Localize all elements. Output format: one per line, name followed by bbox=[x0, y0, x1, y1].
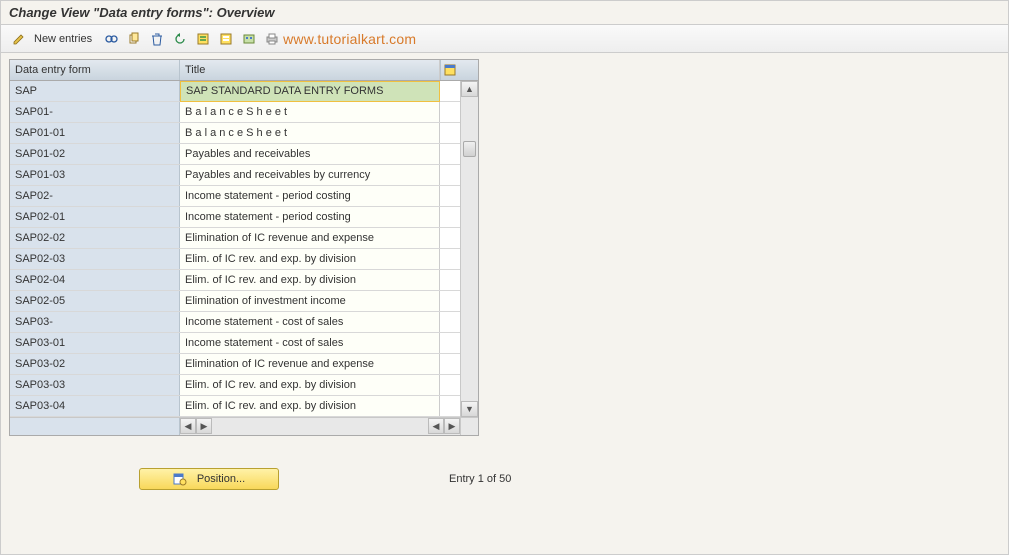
cell-title[interactable]: Elim. of IC rev. and exp. by division bbox=[180, 396, 440, 416]
table-row[interactable]: SAP01-02Payables and receivables bbox=[10, 144, 478, 165]
undo-icon[interactable] bbox=[170, 29, 190, 49]
app-toolbar: New entries www.tutorialkart.com bbox=[1, 25, 1008, 53]
table-row[interactable]: SAP02-01Income statement - period costin… bbox=[10, 207, 478, 228]
hscroll-right-icon[interactable]: ◀ bbox=[428, 418, 444, 434]
sap-window: Change View "Data entry forms": Overview… bbox=[0, 0, 1009, 555]
table-row[interactable]: SAP03-02Elimination of IC revenue and ex… bbox=[10, 354, 478, 375]
cell-title[interactable]: B a l a n c e S h e e t bbox=[180, 102, 440, 122]
cell-title[interactable]: Income statement - period costing bbox=[180, 186, 440, 206]
table-row[interactable]: SAP02-Income statement - period costing bbox=[10, 186, 478, 207]
cell-key[interactable]: SAP02- bbox=[10, 186, 180, 206]
table-row[interactable]: SAP03-Income statement - cost of sales bbox=[10, 312, 478, 333]
cell-title[interactable]: Elim. of IC rev. and exp. by division bbox=[180, 270, 440, 290]
cell-title[interactable]: Income statement - period costing bbox=[180, 207, 440, 227]
hscroll-first-icon[interactable]: ◀ bbox=[180, 418, 196, 434]
cell-title[interactable]: Elim. of IC rev. and exp. by division bbox=[180, 249, 440, 269]
cell-key[interactable]: SAP01-02 bbox=[10, 144, 180, 164]
cell-key[interactable]: SAP03- bbox=[10, 312, 180, 332]
col-header-title[interactable]: Title bbox=[180, 60, 440, 80]
cell-title[interactable]: Income statement - cost of sales bbox=[180, 333, 440, 353]
cell-key[interactable]: SAP bbox=[10, 81, 180, 101]
cell-key[interactable]: SAP01- bbox=[10, 102, 180, 122]
table-row[interactable]: SAP02-04Elim. of IC rev. and exp. by div… bbox=[10, 270, 478, 291]
cell-title[interactable]: Elim. of IC rev. and exp. by division bbox=[180, 375, 440, 395]
cell-title[interactable]: Payables and receivables bbox=[180, 144, 440, 164]
scroll-up-icon[interactable]: ▲ bbox=[461, 81, 478, 97]
hscroll-left-icon[interactable]: ▶ bbox=[196, 418, 212, 434]
position-icon bbox=[173, 472, 187, 486]
position-label: Position... bbox=[197, 473, 245, 485]
entry-status: Entry 1 of 50 bbox=[449, 473, 511, 485]
cell-key[interactable]: SAP02-02 bbox=[10, 228, 180, 248]
vertical-scrollbar[interactable]: ▲ ▼ bbox=[460, 81, 478, 417]
horizontal-scrollbar: ◀ ▶ ◀ ▶ bbox=[10, 417, 478, 435]
cell-title[interactable]: Elimination of IC revenue and expense bbox=[180, 228, 440, 248]
pencil-icon[interactable] bbox=[9, 29, 29, 49]
cell-key[interactable]: SAP02-01 bbox=[10, 207, 180, 227]
cell-title[interactable]: SAP STANDARD DATA ENTRY FORMS bbox=[180, 81, 440, 102]
table-row[interactable]: SAP01-01B a l a n c e S h e e t bbox=[10, 123, 478, 144]
print-icon[interactable] bbox=[262, 29, 282, 49]
grid-header: Data entry form Title bbox=[10, 60, 478, 81]
cell-key[interactable]: SAP02-05 bbox=[10, 291, 180, 311]
scroll-thumb[interactable] bbox=[463, 141, 476, 157]
copy-icon[interactable] bbox=[124, 29, 144, 49]
cell-title[interactable]: Elimination of IC revenue and expense bbox=[180, 354, 440, 374]
cell-key[interactable]: SAP01-03 bbox=[10, 165, 180, 185]
table-row[interactable]: SAP02-02Elimination of IC revenue and ex… bbox=[10, 228, 478, 249]
table-row[interactable]: SAP03-04Elim. of IC rev. and exp. by div… bbox=[10, 396, 478, 417]
position-button[interactable]: Position... bbox=[139, 468, 279, 490]
cell-title[interactable]: B a l a n c e S h e e t bbox=[180, 123, 440, 143]
watermark-text: www.tutorialkart.com bbox=[283, 31, 416, 47]
cell-title[interactable]: Payables and receivables by currency bbox=[180, 165, 440, 185]
cell-key[interactable]: SAP02-04 bbox=[10, 270, 180, 290]
page-title: Change View "Data entry forms": Overview bbox=[1, 1, 1008, 25]
cell-key[interactable]: SAP03-04 bbox=[10, 396, 180, 416]
deselect-all-icon[interactable] bbox=[216, 29, 236, 49]
details-icon[interactable] bbox=[101, 29, 121, 49]
table-row[interactable]: SAP02-03Elim. of IC rev. and exp. by div… bbox=[10, 249, 478, 270]
select-all-icon[interactable] bbox=[193, 29, 213, 49]
table-settings-icon[interactable] bbox=[440, 60, 458, 80]
grid-body: SAPSAP STANDARD DATA ENTRY FORMSSAP01-B … bbox=[10, 81, 478, 417]
cell-key[interactable]: SAP03-01 bbox=[10, 333, 180, 353]
footer: Position... Entry 1 of 50 bbox=[9, 468, 1000, 490]
cell-key[interactable]: SAP02-03 bbox=[10, 249, 180, 269]
table-row[interactable]: SAP02-05Elimination of investment income bbox=[10, 291, 478, 312]
hscroll-last-icon[interactable]: ▶ bbox=[444, 418, 460, 434]
delete-icon[interactable] bbox=[147, 29, 167, 49]
table-row[interactable]: SAP01-B a l a n c e S h e e t bbox=[10, 102, 478, 123]
config-icon[interactable] bbox=[239, 29, 259, 49]
table-row[interactable]: SAP03-03Elim. of IC rev. and exp. by div… bbox=[10, 375, 478, 396]
scroll-down-icon[interactable]: ▼ bbox=[461, 401, 478, 417]
table-row[interactable]: SAP03-01Income statement - cost of sales bbox=[10, 333, 478, 354]
cell-title[interactable]: Elimination of investment income bbox=[180, 291, 440, 311]
cell-key[interactable]: SAP03-02 bbox=[10, 354, 180, 374]
table-row[interactable]: SAPSAP STANDARD DATA ENTRY FORMS bbox=[10, 81, 478, 102]
data-entry-grid: Data entry form Title SAPSAP STANDARD DA… bbox=[9, 59, 479, 436]
cell-key[interactable]: SAP03-03 bbox=[10, 375, 180, 395]
table-row[interactable]: SAP01-03Payables and receivables by curr… bbox=[10, 165, 478, 186]
cell-key[interactable]: SAP01-01 bbox=[10, 123, 180, 143]
content-area: Data entry form Title SAPSAP STANDARD DA… bbox=[1, 53, 1008, 554]
col-header-key[interactable]: Data entry form bbox=[10, 60, 180, 80]
new-entries-button[interactable]: New entries bbox=[32, 33, 98, 45]
cell-title[interactable]: Income statement - cost of sales bbox=[180, 312, 440, 332]
